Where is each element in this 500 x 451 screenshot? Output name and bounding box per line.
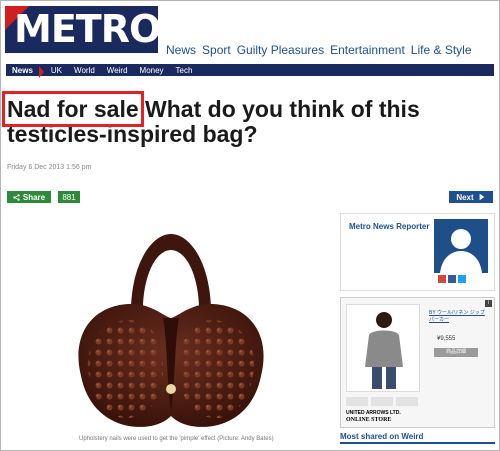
google-plus-icon[interactable] [438,275,446,283]
article-headline: Nad for sale What do you think of this t… [2,91,493,147]
twitter-icon[interactable] [458,275,466,283]
topnav-guilty-pleasures[interactable]: Guilty Pleasures [237,43,324,57]
ad-thumbnail[interactable] [346,397,368,406]
reporter-avatar [434,219,488,273]
subnav-tech[interactable]: Tech [170,66,199,75]
next-label: Next [456,192,474,202]
person-silhouette-icon [434,219,488,273]
next-arrow-icon [479,193,485,201]
facebook-icon[interactable] [448,275,456,283]
subnav-uk[interactable]: UK [45,66,68,75]
sidebar: Metro News Reporter i BY ウール/リネン ジップ パーカ… [340,213,495,428]
subnav-world[interactable]: World [68,66,101,75]
ad-thumbnails [346,397,418,406]
subnav-money[interactable]: Money [134,66,170,75]
share-button[interactable]: Share [7,191,51,203]
ad-price: ¥9,555 [437,336,456,342]
ad-product-title[interactable]: BY ウール/リネン ジップ パーカー [429,310,487,324]
ad-brand-name: UNITED ARROWS LTD. [346,410,401,416]
topnav-news[interactable]: News [166,43,196,57]
topnav-life-style[interactable]: Life & Style [411,43,472,57]
article-date: Friday 6 Dec 2013 1:56 pm [7,164,92,171]
ad-thumbnail[interactable] [371,397,393,406]
ad-product-image[interactable] [346,304,420,392]
topnav-entertainment[interactable]: Entertainment [330,43,405,57]
ad-thumbnail[interactable] [396,397,418,406]
advertisement[interactable]: i BY ウール/リネン ジップ パーカー ¥9,555 商品詳細 UNITED… [340,297,495,428]
logo-text: METRO [14,7,158,51]
share-icon [13,193,20,201]
metro-logo[interactable]: METRO [5,6,158,53]
headline-highlight: Nad for sale [2,91,144,127]
subnav-weird[interactable]: Weird [101,66,134,75]
next-button[interactable]: Next [449,191,493,203]
ad-info-badge[interactable]: i [485,300,492,307]
top-navigation: News Sport Guilty Pleasures Entertainmen… [166,43,472,57]
most-shared-heading[interactable]: Most shared on Weird [340,432,495,444]
social-links [438,275,466,283]
ad-detail-button[interactable]: 商品詳細 [434,348,478,357]
topnav-sport[interactable]: Sport [202,43,231,57]
model-in-hoodie-image [347,305,419,391]
article-photo-handbag [78,234,264,427]
share-count: 881 [58,191,80,203]
sub-navigation: News UK World Weird Money Tech [6,64,494,78]
subnav-active-news[interactable]: News [6,65,45,78]
ad-brand-store: ONLINE STORE [346,417,392,423]
reporter-box: Metro News Reporter [340,213,495,291]
photo-caption: Upholstery nails were used to get the 'p… [79,436,274,442]
reporter-name[interactable]: Metro News Reporter [349,222,429,231]
share-label: Share [22,192,46,202]
